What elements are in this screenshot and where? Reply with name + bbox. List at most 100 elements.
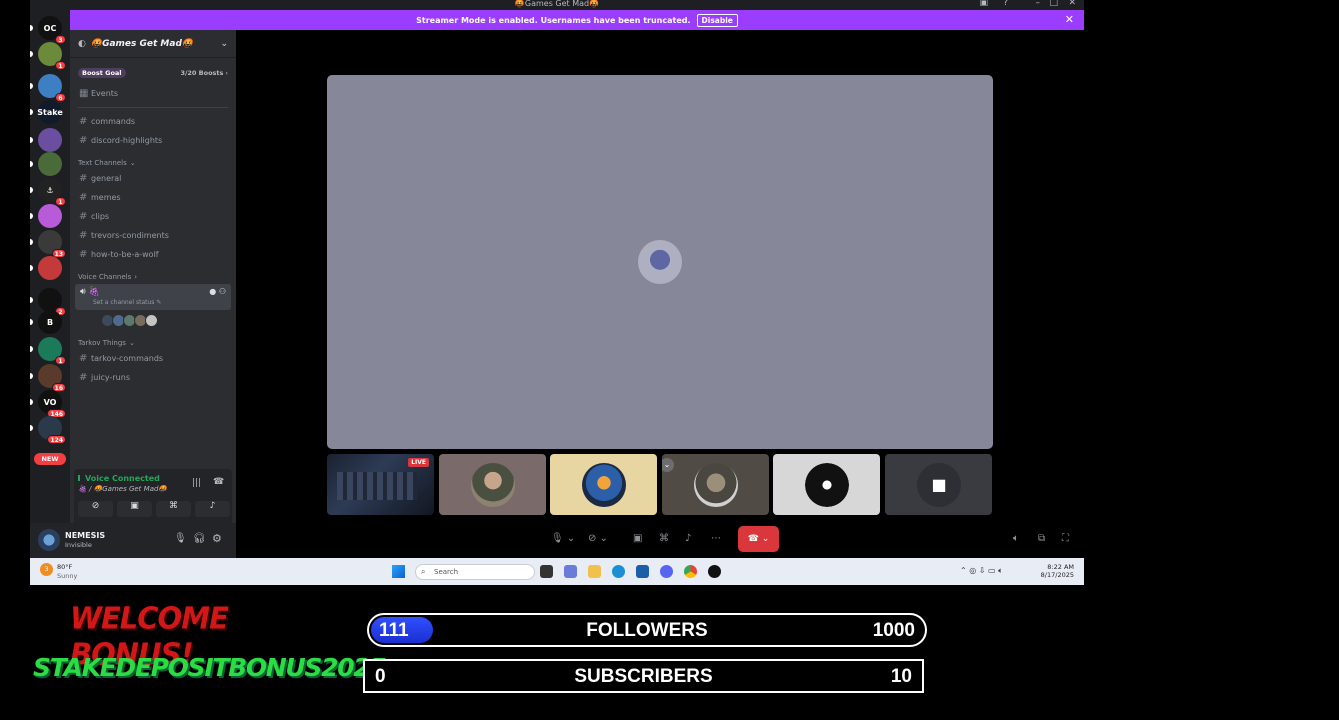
activities-icon[interactable]: ⌘: [659, 533, 669, 547]
fullscreen-icon[interactable]: ⛶: [1062, 533, 1069, 547]
disable-streamer-mode-button[interactable]: Disable: [696, 13, 738, 27]
avatar: [694, 463, 738, 507]
server-icon[interactable]: 16: [30, 364, 66, 392]
server-icon-label: OC: [43, 23, 57, 33]
new-unreads-pill[interactable]: NEW: [34, 453, 66, 465]
channel-clips[interactable]: # clips: [70, 207, 236, 226]
windows-taskbar: 3 80°F Sunny ⌕ Search ⌃ ◎ ⇩ ▭ 🔈︎ 8:22 AM…: [30, 558, 1084, 585]
voice-connected-panel: Voice Connected 🍇 / 🤬Games Get Mad🤬 ||| …: [74, 469, 232, 523]
server-icon[interactable]: [30, 128, 62, 152]
copilot-icon[interactable]: [564, 565, 577, 578]
weather-temp[interactable]: 80°F: [57, 563, 72, 571]
headphones-icon[interactable]: 🎧︎: [193, 533, 206, 544]
voice-status[interactable]: Voice Connected: [85, 474, 160, 483]
share-screen-icon[interactable]: ▣: [633, 533, 642, 547]
help-icon[interactable]: ?: [1003, 0, 1008, 8]
channel-commands[interactable]: # commands: [70, 112, 236, 131]
username[interactable]: NEMESIS: [65, 531, 105, 540]
task-view-icon[interactable]: [540, 565, 553, 578]
channel-general[interactable]: # general: [70, 169, 236, 188]
maximize-button[interactable]: □: [1049, 0, 1058, 8]
voice-location[interactable]: 🍇 / 🤬Games Get Mad🤬: [78, 485, 167, 493]
stream-preview-tile[interactable]: LIVE: [327, 454, 434, 515]
channel-juicy-runs[interactable]: # juicy-runs: [70, 368, 236, 387]
inbox-icon[interactable]: ▣: [979, 0, 988, 8]
server-icon[interactable]: B: [30, 310, 62, 334]
channel-memes[interactable]: # memes: [70, 188, 236, 207]
pop-out-icon[interactable]: ⧉: [1038, 533, 1045, 547]
taskbar-clock[interactable]: 8:22 AM 8/17/2025: [1041, 563, 1074, 579]
server-icon[interactable]: OC 3: [30, 16, 66, 44]
discord-icon[interactable]: [660, 565, 673, 578]
focused-participant-tile[interactable]: [327, 75, 993, 449]
server-icon[interactable]: 6: [30, 74, 66, 102]
chevron-down-icon[interactable]: ⌄: [662, 458, 674, 472]
server-icon[interactable]: [30, 152, 62, 176]
more-options-icon[interactable]: ⋯: [711, 533, 721, 547]
noise-suppression-icon[interactable]: |||: [192, 478, 201, 488]
camera-off-button[interactable]: ⊘: [78, 501, 113, 517]
server-icon[interactable]: Stake: [30, 100, 63, 124]
soundboard-button[interactable]: ♪: [195, 501, 230, 517]
channel-label: commands: [91, 117, 136, 126]
soundboard-icon[interactable]: ♪: [685, 533, 691, 547]
server-icon[interactable]: 2: [30, 288, 66, 316]
server-icon[interactable]: 1: [30, 337, 66, 365]
microphone-icon[interactable]: 🎙︎: [174, 533, 187, 544]
voice-channel-active[interactable]: 🔊︎ 🍇 Set a channel status ✎ ● ⚇: [75, 284, 231, 310]
avatar[interactable]: [145, 314, 158, 327]
server-icon[interactable]: 13: [30, 230, 66, 258]
channel-how-to-be-a-wolf[interactable]: # how-to-be-a-wolf: [70, 245, 236, 264]
server-icon[interactable]: 1: [30, 42, 66, 70]
channel-status[interactable]: Set a channel status ✎: [93, 299, 161, 306]
hash-icon: #: [79, 230, 88, 241]
close-window-button[interactable]: ✕: [1068, 0, 1076, 8]
end-call-button[interactable]: ☎ ⌄: [738, 526, 779, 552]
chat-and-invite-icons[interactable]: ● ⚇: [209, 287, 226, 296]
server-icon[interactable]: 124: [30, 416, 66, 444]
avatar[interactable]: [38, 529, 60, 551]
taskbar-search[interactable]: ⌕ Search: [415, 564, 535, 580]
store-icon[interactable]: [636, 565, 649, 578]
participant-tile[interactable]: ⌄: [662, 454, 769, 515]
disconnect-icon[interactable]: ☎: [213, 477, 224, 487]
server-icon[interactable]: [30, 204, 62, 228]
channel-trevors-condiments[interactable]: # trevors-condiments: [70, 226, 236, 245]
weather-icon[interactable]: 3: [40, 563, 53, 576]
camera-toggle-tile[interactable]: ■: [885, 454, 992, 515]
edge-icon[interactable]: [612, 565, 625, 578]
participant-tile[interactable]: [773, 454, 880, 515]
category-label: Voice Channels: [78, 273, 132, 281]
server-header[interactable]: ◐ 🤬Games Get Mad🤬 ⌄: [70, 30, 236, 58]
category-tarkov-things[interactable]: Tarkov Things ⌄: [70, 333, 236, 349]
close-banner-icon[interactable]: ✕: [1065, 13, 1074, 26]
chrome-icon[interactable]: [684, 565, 697, 578]
activities-button[interactable]: ⌘: [156, 501, 191, 517]
camera-off-icon[interactable]: ⊘ ⌄: [588, 533, 608, 547]
file-explorer-icon[interactable]: [588, 565, 601, 578]
events-item[interactable]: ▦ Events: [70, 84, 236, 103]
category-text-channels[interactable]: Text Channels ⌄: [70, 153, 236, 169]
unread-indicator: [30, 25, 33, 31]
server-icon[interactable]: [30, 256, 62, 280]
participant-tile[interactable]: [439, 454, 546, 515]
unread-indicator: [30, 297, 33, 303]
minimize-button[interactable]: –: [1036, 0, 1041, 8]
volume-icon[interactable]: 🔈︎: [1013, 533, 1019, 547]
microphone-icon[interactable]: 🎙︎ ⌄: [551, 533, 575, 547]
channel-tarkov-commands[interactable]: # tarkov-commands: [70, 349, 236, 368]
app-icon[interactable]: [708, 565, 721, 578]
system-tray-icons[interactable]: ⌃ ◎ ⇩ ▭ 🔈︎: [960, 566, 1003, 576]
participant-tile[interactable]: [550, 454, 657, 515]
server-icon[interactable]: ⚓ 1: [30, 178, 66, 206]
windows-start-icon[interactable]: [392, 565, 405, 578]
channel-discord-highlights[interactable]: # discord-highlights: [70, 131, 236, 150]
boost-goal-bar[interactable]: Boost Goal 3/20 Boosts ›: [78, 66, 228, 80]
signal-icon[interactable]: [78, 475, 82, 481]
server-icon[interactable]: VO 146: [30, 390, 66, 418]
gear-icon[interactable]: ⚙: [212, 532, 222, 545]
category-voice-channels[interactable]: Voice Channels ›: [70, 267, 236, 283]
share-screen-button[interactable]: ▣: [117, 501, 152, 517]
search-icon: ⌕: [421, 567, 426, 576]
hash-icon: #: [79, 249, 88, 260]
